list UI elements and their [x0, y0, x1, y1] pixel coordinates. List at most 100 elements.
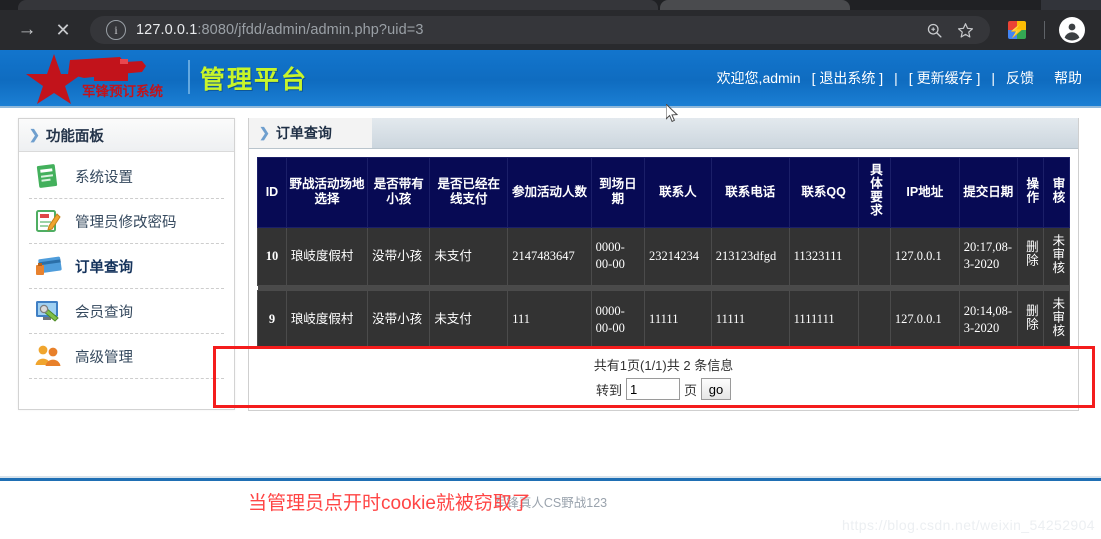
- sidebar-item-order-query[interactable]: 订单查询: [29, 244, 224, 289]
- browser-tab-inactive[interactable]: [660, 0, 850, 10]
- cell-submit-date: 20:14,08-3-2020: [958, 289, 1018, 350]
- url-host: 127.0.0.1: [136, 22, 198, 38]
- sidebar-title: ❯ 功能面板: [19, 119, 234, 152]
- chevron-right-icon: ❯: [259, 125, 270, 140]
- tab-order-query[interactable]: ❯ 订单查询: [249, 118, 372, 148]
- cell-children: 没带小孩: [367, 226, 431, 287]
- zoom-magnifier-icon[interactable]: [926, 22, 943, 39]
- address-bar[interactable]: i 127.0.0.1:8080/jfdd/admin/admin.php?ui…: [90, 16, 990, 44]
- refresh-cache-link[interactable]: [ 更新缓存 ]: [909, 70, 981, 86]
- go-button[interactable]: go: [701, 378, 732, 401]
- extension-bolt-glyph: ⚡: [1008, 22, 1026, 38]
- header-links: 欢迎您,admin [ 退出系统 ] | [ 更新缓存 ] | 反馈 帮助: [716, 68, 1083, 88]
- cell-arrive-date: 0000-00-00: [590, 226, 646, 287]
- cell-submit-date: 20:17,08-3-2020: [958, 226, 1018, 287]
- cell-delete-link[interactable]: 删除: [1016, 226, 1045, 287]
- cell-people: 2147483647: [507, 226, 592, 287]
- member-query-icon: [33, 296, 63, 326]
- cell-qq: 1111111: [788, 289, 859, 350]
- profile-avatar-icon[interactable]: [1059, 17, 1085, 43]
- col-people-count: 参加活动人数: [507, 157, 592, 228]
- sidebar-item-advanced-manage[interactable]: 高级管理: [29, 334, 224, 379]
- site-header: 军锋预订系统 管理平台 欢迎您,admin [ 退出系统 ] | [ 更新缓存 ] | 反…: [0, 50, 1101, 108]
- star-bookmark-icon[interactable]: [957, 22, 974, 39]
- sidebar-item-system-settings[interactable]: 系统设置: [29, 154, 224, 199]
- table-row[interactable]: 10 琅岐度假村 没带小孩 未支付 2147483647 0000-00-00 …: [257, 226, 1070, 287]
- order-query-icon: [33, 251, 63, 281]
- tab-label: 订单查询: [275, 125, 332, 141]
- page-number-input[interactable]: [626, 378, 680, 401]
- cell-delete-link[interactable]: 删除: [1016, 289, 1045, 350]
- sidebar-item-member-query[interactable]: 会员查询: [29, 289, 224, 334]
- stop-x-icon[interactable]: ✕: [48, 15, 78, 45]
- col-audit: 审核: [1043, 157, 1070, 228]
- svg-text:军锋预订系统: 军锋预订系统: [82, 83, 163, 99]
- logout-link[interactable]: [ 退出系统 ]: [812, 70, 884, 86]
- pagination-summary: 共有1页(1/1)共 2 条信息: [593, 358, 734, 374]
- header-divider: [188, 60, 190, 94]
- col-requirement: 具体要求: [857, 157, 891, 228]
- feedback-link[interactable]: 反馈: [1006, 70, 1034, 86]
- sidebar-item-label: 管理员修改密码: [75, 214, 177, 231]
- advanced-manage-icon: [33, 341, 63, 371]
- site-logo[interactable]: 军锋预订系统: [24, 52, 189, 104]
- cell-paid-status: 未支付: [429, 289, 509, 350]
- footer-divider: [0, 476, 1101, 481]
- edit-password-icon: [33, 206, 63, 236]
- welcome-text: 欢迎您,admin: [716, 70, 801, 86]
- content-panel: ❯ 订单查询 ID 野战活动场地选择 是否带有小孩 是否已经在线支付 参加活动人…: [248, 118, 1079, 412]
- help-link[interactable]: 帮助: [1054, 70, 1082, 86]
- cell-audit-status[interactable]: 未审核: [1043, 226, 1070, 287]
- col-phone: 联系电话: [710, 157, 790, 228]
- watermark: https://blog.csdn.net/weixin_54252904: [842, 517, 1095, 533]
- extension-icon[interactable]: ⚡: [1008, 21, 1026, 39]
- col-ip: IP地址: [889, 157, 960, 228]
- toolbar-divider: [1044, 21, 1045, 39]
- cell-contact: 11111: [644, 289, 712, 350]
- cell-id: 9: [257, 289, 287, 350]
- col-arrive-date: 到场日期: [590, 157, 646, 228]
- cell-venue: 琅岐度假村: [285, 289, 369, 350]
- sidebar-title-label: 功能面板: [45, 128, 104, 145]
- cell-contact: 23214234: [644, 226, 712, 287]
- web-page: 军锋预订系统 管理平台 欢迎您,admin [ 退出系统 ] | [ 更新缓存 ] | 反…: [0, 50, 1101, 539]
- browser-tab-strip: [0, 0, 1101, 10]
- content-tab-bar: ❯ 订单查询: [249, 118, 1078, 149]
- annotation-note: 当管理员点开时cookie就被窃取了: [248, 493, 531, 514]
- link-separator-2: |: [991, 70, 995, 86]
- col-qq: 联系QQ: [788, 157, 859, 228]
- sidebar-item-change-password[interactable]: 管理员修改密码: [29, 199, 224, 244]
- col-venue: 野战活动场地选择: [285, 157, 369, 228]
- site-info-icon[interactable]: i: [106, 20, 126, 40]
- cell-requirement: [857, 226, 891, 287]
- cell-ip: 127.0.0.1: [889, 226, 960, 287]
- browser-tab-active[interactable]: [18, 0, 658, 10]
- platform-title: 管理平台: [200, 66, 309, 94]
- cell-phone: 213123dfgd: [710, 226, 790, 287]
- sidebar-item-label: 订单查询: [75, 259, 133, 276]
- orders-table-zone: ID 野战活动场地选择 是否带有小孩 是否已经在线支付 参加活动人数 到场日期 …: [249, 149, 1078, 410]
- col-online-paid: 是否已经在线支付: [429, 157, 509, 228]
- sidebar-list: 系统设置 管理员修改密码 订单查询 会员查询 高级管理: [19, 152, 234, 409]
- orders-table: ID 野战活动场地选择 是否带有小孩 是否已经在线支付 参加活动人数 到场日期 …: [257, 157, 1070, 350]
- cell-arrive-date: 0000-00-00: [590, 289, 646, 350]
- col-id: ID: [257, 157, 287, 228]
- cell-audit-status[interactable]: 未审核: [1043, 289, 1070, 350]
- goto-label: 转到: [595, 382, 622, 398]
- forward-arrow-icon[interactable]: →: [12, 15, 42, 45]
- table-header-row: ID 野战活动场地选择 是否带有小孩 是否已经在线支付 参加活动人数 到场日期 …: [257, 157, 1070, 228]
- cell-qq: 11323111: [788, 226, 859, 287]
- mouse-cursor: [665, 102, 679, 128]
- cell-ip: 127.0.0.1: [889, 289, 960, 350]
- browser-toolbar-actions: ⚡: [998, 17, 1101, 43]
- system-settings-icon: [33, 161, 63, 191]
- browser-tab-strip-edge: [1041, 0, 1101, 10]
- table-row[interactable]: 9 琅岐度假村 没带小孩 未支付 111 0000-00-00 11111 11…: [257, 289, 1070, 350]
- sidebar-item-label: 会员查询: [75, 304, 133, 321]
- footer-text: 军锋真人CS野战123: [493, 496, 608, 510]
- sidebar-item-label: 高级管理: [75, 349, 133, 366]
- cell-phone: 11111: [710, 289, 790, 350]
- browser-toolbar: → ✕ i 127.0.0.1:8080/jfdd/admin/admin.ph…: [0, 10, 1101, 50]
- col-contact: 联系人: [644, 157, 712, 228]
- col-children: 是否带有小孩: [367, 157, 431, 228]
